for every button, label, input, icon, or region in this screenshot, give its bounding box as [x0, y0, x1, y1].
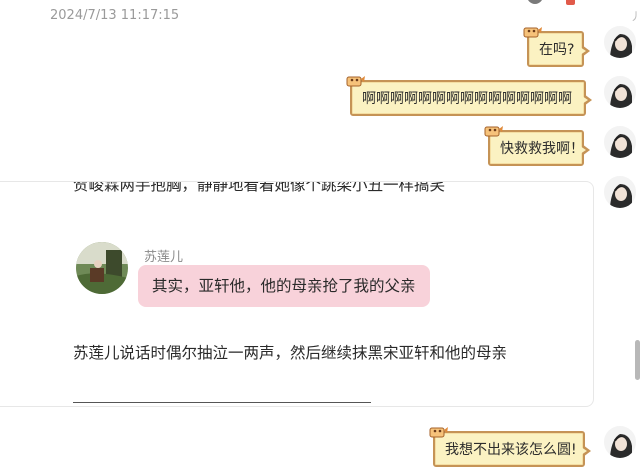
user-avatar[interactable] [604, 26, 636, 58]
corner-text: 丿 [630, 10, 640, 23]
top-badge-icon [566, 0, 575, 5]
message-bubble[interactable]: 在吗? [523, 27, 590, 67]
bubble-corner-icon [346, 76, 365, 87]
avatar-icon [604, 176, 636, 208]
avatar-icon [604, 76, 636, 108]
bubble-corner-icon [523, 27, 542, 38]
scrollbar-thumb[interactable] [635, 340, 640, 380]
user-avatar[interactable] [604, 176, 636, 208]
bubble-corner-icon [484, 126, 503, 137]
avatar-icon [604, 126, 636, 158]
message-text: 在吗? [539, 42, 575, 58]
divider [73, 402, 371, 403]
speaker-avatar-image [76, 242, 128, 294]
bubble-corner-icon [429, 427, 448, 438]
user-avatar[interactable] [604, 426, 636, 458]
message-text: 我想不出来该怎么圆! [445, 442, 577, 458]
avatar-icon [604, 26, 636, 58]
speaker-quote-bubble: 其实，亚轩他，他的母亲抢了我的父亲 [138, 265, 430, 307]
speaker-name: 苏莲儿 [144, 250, 184, 265]
top-icon [527, 0, 543, 4]
story-partial-line: 贺峻霖两手抱胸，静静地看着她像个跳梁小丑一样搞笑 [73, 181, 446, 194]
story-card[interactable]: 贺峻霖两手抱胸，静静地看着她像个跳梁小丑一样搞笑 苏莲儿 其实，亚轩他，他的母亲… [0, 181, 594, 407]
avatar-icon [604, 426, 636, 458]
message-bubble[interactable]: 我想不出来该怎么圆! [429, 427, 591, 467]
timestamp: 2024/7/13 11:17:15 [50, 8, 180, 23]
user-avatar[interactable] [604, 126, 636, 158]
message-bubble[interactable]: 啊啊啊啊啊啊啊啊啊啊啊啊啊啊啊 [346, 76, 592, 116]
speaker-avatar [76, 242, 128, 294]
story-narration: 苏莲儿说话时偶尔抽泣一两声，然后继续抹黑宋亚轩和他的母亲 [73, 344, 508, 362]
message-bubble[interactable]: 快救救我啊！ [484, 126, 590, 166]
user-avatar[interactable] [604, 76, 636, 108]
message-text: 啊啊啊啊啊啊啊啊啊啊啊啊啊啊啊 [362, 91, 572, 107]
message-text: 快救救我啊！ [500, 141, 584, 157]
